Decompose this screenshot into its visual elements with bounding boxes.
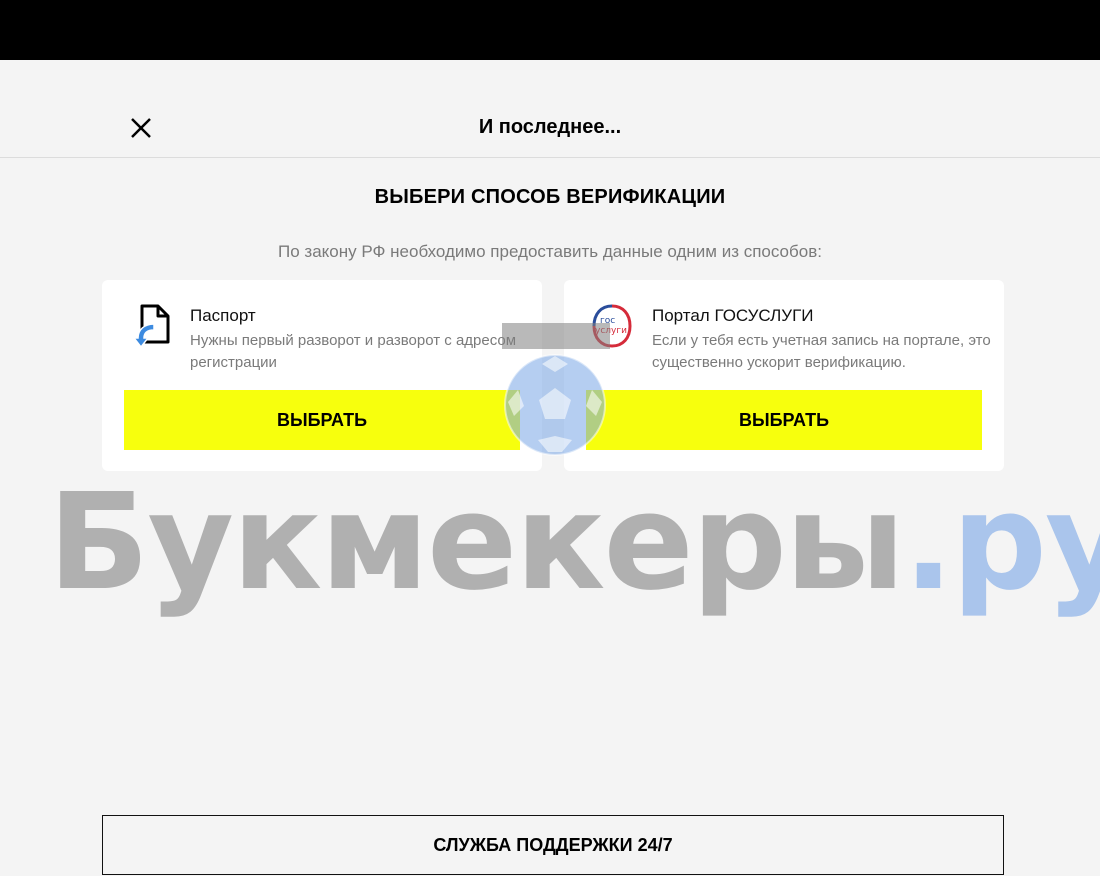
passport-document-icon — [132, 304, 170, 349]
option-description: Нужны первый разворот и разворот с адрес… — [190, 332, 517, 371]
gosuslugi-icon: гос услуги — [592, 304, 632, 348]
watermark-text: Букмекеры.ру — [48, 466, 1100, 620]
page-title: И последнее... — [478, 116, 622, 138]
watermark-domain: .ру — [903, 466, 1100, 620]
option-name: Паспорт — [190, 306, 256, 325]
option-name: Портал ГОСУСЛУГИ — [652, 306, 814, 325]
modal-header — [0, 60, 1100, 158]
option-card-gosuslugi: гос услуги Портал ГОСУСЛУГИ Если у тебя … — [564, 280, 1004, 471]
section-title: ВЫБЕРИ СПОСОБ ВЕРИФИКАЦИИ — [374, 186, 726, 208]
gosuslugi-icon-text-bottom: услуги — [595, 326, 627, 336]
watermark-main: Букмекеры — [48, 466, 905, 620]
top-bar — [0, 0, 1100, 60]
gosuslugi-icon-text-top: гос — [600, 316, 615, 326]
support-button[interactable]: СЛУЖБА ПОДДЕРЖКИ 24/7 — [102, 815, 1004, 875]
choose-gosuslugi-button[interactable]: ВЫБРАТЬ — [586, 390, 982, 450]
option-description: Если у тебя есть учетная запись на порта… — [652, 332, 991, 371]
option-card-passport: Паспорт Нужны первый разворот и разворот… — [102, 280, 542, 471]
section-subtitle: По закону РФ необходимо предоставить дан… — [278, 242, 822, 261]
choose-passport-button[interactable]: ВЫБРАТЬ — [124, 390, 520, 450]
